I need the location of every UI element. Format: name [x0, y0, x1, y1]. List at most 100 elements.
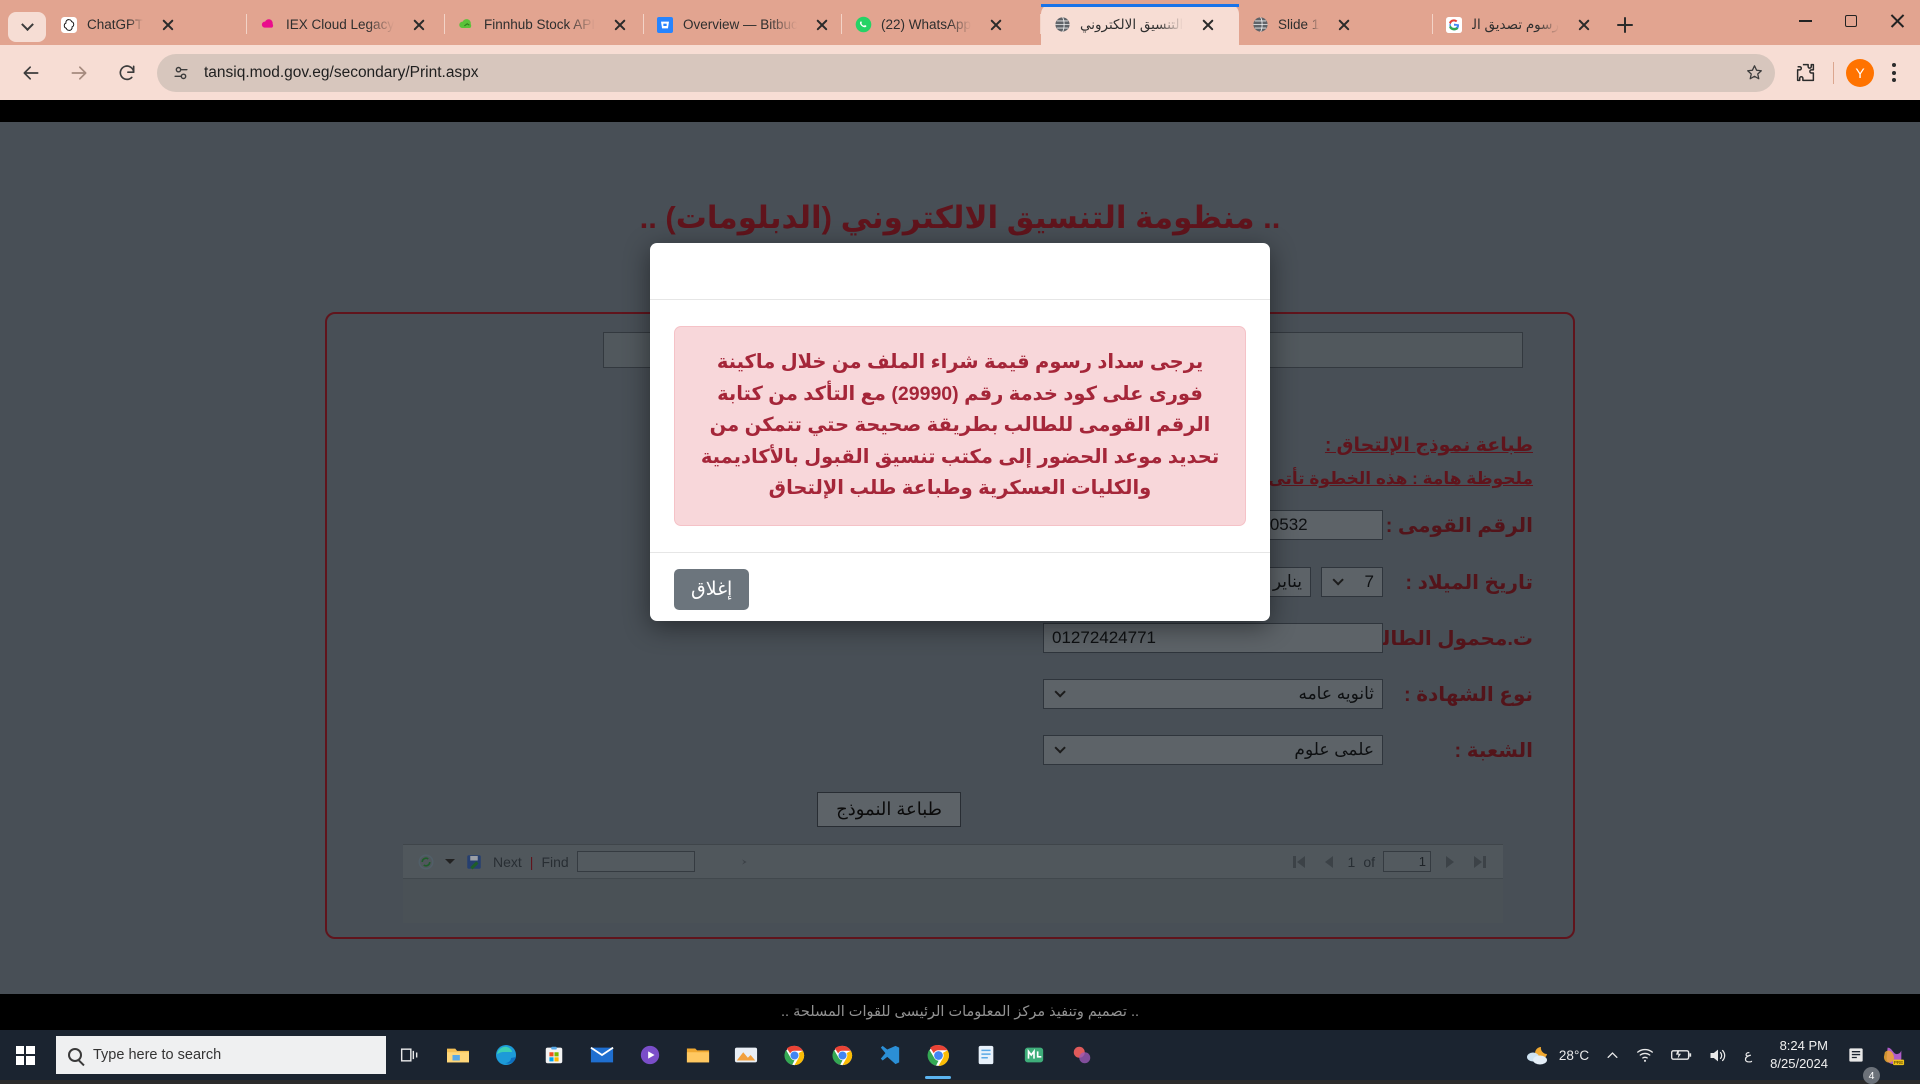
tab-close-button[interactable] — [1573, 14, 1595, 36]
tab-title: ChatGPT — [87, 17, 143, 32]
chrome-active-button[interactable] — [914, 1030, 962, 1080]
microsoft-store-button[interactable] — [530, 1030, 578, 1080]
modal-body: يرجى سداد رسوم قيمة شراء الملف من خلال م… — [650, 300, 1270, 552]
browser-tab[interactable]: رسوم تصديق الخا — [1433, 4, 1603, 45]
tab-close-button[interactable] — [157, 14, 179, 36]
windows-taskbar: Type here to search — [0, 1030, 1920, 1080]
notification-icon — [1846, 1045, 1866, 1065]
taskbar-search-box[interactable]: Type here to search — [56, 1036, 386, 1074]
start-button[interactable] — [0, 1030, 50, 1080]
hedgedoc-button[interactable] — [1010, 1030, 1058, 1080]
maximize-icon — [1845, 15, 1857, 27]
browser-tab[interactable]: Slide 1 — [1239, 4, 1432, 45]
address-bar[interactable]: tansiq.mod.gov.eg/secondary/Print.aspx — [157, 54, 1775, 92]
tab-strip: ChatGPT IEX Cloud LegacyFinnhub Stock API… — [0, 0, 1920, 45]
browser-menu-button[interactable] — [1880, 58, 1908, 88]
weather-temperature: 28°C — [1559, 1048, 1589, 1063]
show-hidden-icons-button[interactable] — [1597, 1030, 1628, 1080]
windows-start-icon — [16, 1046, 35, 1065]
clock-date: 8/25/2024 — [1770, 1055, 1828, 1073]
file-explorer-button[interactable] — [434, 1030, 482, 1080]
window-controls — [1782, 0, 1920, 42]
browser-tab[interactable]: ChatGPT — [48, 4, 246, 45]
chatgpt-icon — [60, 16, 78, 34]
clock-time: 8:24 PM — [1780, 1037, 1828, 1055]
globe-icon — [1053, 16, 1071, 34]
modal-close-button[interactable]: إغلاق — [674, 569, 749, 610]
taskbar-search-placeholder: Type here to search — [93, 1047, 221, 1063]
payment-notice-modal: يرجى سداد رسوم قيمة شراء الملف من خلال م… — [650, 243, 1270, 621]
language-indicator[interactable]: ع — [1736, 1030, 1760, 1080]
close-icon — [1890, 14, 1905, 29]
chrome-button-2[interactable] — [818, 1030, 866, 1080]
site-settings-icon[interactable] — [171, 63, 191, 83]
kebab-dot — [1892, 63, 1896, 67]
copilot-button[interactable]: PRE — [1874, 1030, 1914, 1080]
tab-close-button[interactable] — [1197, 14, 1219, 36]
browser-tab[interactable]: (22) WhatsApp — [842, 4, 1040, 45]
notifications-button[interactable]: 4 — [1838, 1030, 1874, 1080]
task-view-button[interactable] — [386, 1030, 434, 1080]
forward-button[interactable] — [62, 56, 96, 90]
weather-widget[interactable]: 28°C — [1517, 1030, 1597, 1080]
mail-button[interactable] — [578, 1030, 626, 1080]
profile-avatar[interactable]: Y — [1846, 59, 1874, 87]
tab-search-button[interactable] — [8, 12, 46, 42]
chevron-down-icon — [21, 18, 34, 31]
clock-widget[interactable]: 8:24 PM 8/25/2024 — [1760, 1030, 1838, 1080]
tab-close-button[interactable] — [408, 14, 430, 36]
maximize-button[interactable] — [1828, 0, 1874, 42]
minimize-button[interactable] — [1782, 0, 1828, 42]
tab-close-button[interactable] — [1333, 14, 1355, 36]
forward-arrow-icon — [69, 63, 89, 83]
tab-title: التنسيق الالكتروني — [1080, 17, 1183, 33]
reload-icon — [117, 63, 137, 83]
vscode-button[interactable] — [866, 1030, 914, 1080]
back-button[interactable] — [14, 56, 48, 90]
partly-cloudy-night-icon — [1525, 1044, 1551, 1066]
wifi-icon — [1636, 1047, 1654, 1063]
new-tab-button[interactable] — [1610, 10, 1640, 40]
browser-tab[interactable]: IEX Cloud Legacy — [247, 4, 444, 45]
tab-title: Slide 1 — [1278, 17, 1319, 32]
minimize-icon — [1799, 20, 1812, 22]
url-text: tansiq.mod.gov.eg/secondary/Print.aspx — [204, 64, 1739, 82]
media-player-button[interactable] — [626, 1030, 674, 1080]
bookmark-button[interactable] — [1739, 58, 1769, 88]
volume-button[interactable] — [1700, 1030, 1736, 1080]
tab-title: Overview — Bitbucket — [683, 17, 797, 32]
tab-close-button[interactable] — [811, 14, 833, 36]
network-button[interactable] — [1628, 1030, 1662, 1080]
system-tray: 28°C ع 8:24 — [1517, 1030, 1920, 1080]
modal-footer: إغلاق — [650, 552, 1270, 626]
browser-toolbar: tansiq.mod.gov.eg/secondary/Print.aspx Y — [0, 45, 1920, 100]
notification-count-badge: 4 — [1863, 1067, 1880, 1084]
bitbucket-icon — [656, 16, 674, 34]
speaker-icon — [1708, 1047, 1728, 1064]
close-window-button[interactable] — [1874, 0, 1920, 42]
tab-close-button[interactable] — [609, 14, 631, 36]
battery-button[interactable] — [1662, 1030, 1700, 1080]
tab-close-button[interactable] — [985, 14, 1007, 36]
globe-icon — [1251, 16, 1269, 34]
kebab-dot — [1892, 78, 1896, 82]
chrome-button[interactable] — [770, 1030, 818, 1080]
browser-tab[interactable]: التنسيق الالكتروني — [1041, 4, 1239, 45]
folder-button[interactable] — [674, 1030, 722, 1080]
finnhub-icon — [457, 16, 475, 34]
battery-charging-icon — [1670, 1048, 1692, 1062]
toolbar-divider — [1833, 62, 1834, 84]
back-arrow-icon — [21, 63, 41, 83]
extensions-button[interactable] — [1788, 56, 1822, 90]
copilot-pre-icon: PRE — [1882, 1044, 1906, 1066]
browser-tab[interactable]: Overview — Bitbucket — [644, 4, 841, 45]
notepad-button[interactable] — [962, 1030, 1010, 1080]
browser-tab[interactable]: Finnhub Stock API — [445, 4, 643, 45]
app-button[interactable] — [1058, 1030, 1106, 1080]
paint-button[interactable] — [722, 1030, 770, 1080]
microsoft-edge-button[interactable] — [482, 1030, 530, 1080]
star-icon — [1745, 63, 1764, 82]
google-icon — [1445, 16, 1463, 34]
tab-title: (22) WhatsApp — [881, 17, 971, 32]
reload-button[interactable] — [110, 56, 144, 90]
